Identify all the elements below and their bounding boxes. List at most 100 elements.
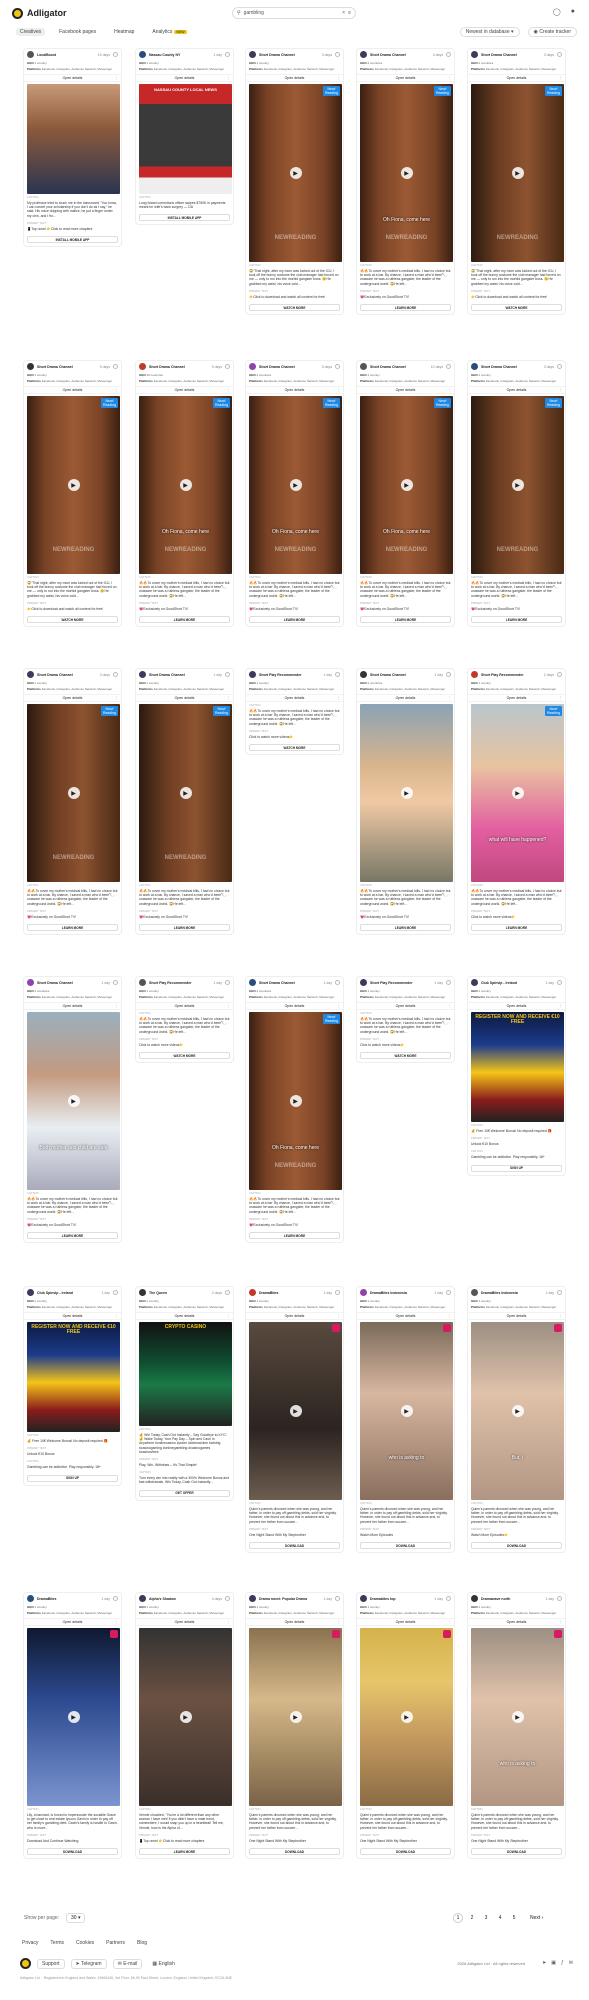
ad-card[interactable]: Short Drama Channel 3 days GEO 2 countries…	[467, 48, 566, 316]
open-details-button[interactable]: Open details	[507, 388, 527, 392]
advertiser-name[interactable]: Nassau County NY	[149, 53, 210, 57]
facebook-icon[interactable]: ƒ	[561, 1960, 564, 1966]
favorite-icon[interactable]	[113, 980, 118, 985]
ad-media[interactable]: ▶ New! Reading NEWREADING	[471, 84, 564, 262]
ad-media[interactable]: ▶	[360, 704, 453, 882]
cta-button[interactable]: LEARN MORE	[360, 616, 451, 624]
open-details-button[interactable]: Open details	[175, 1620, 195, 1624]
cta-button[interactable]: WATCH MORE	[27, 616, 118, 624]
cta-button[interactable]: GET OFFER	[139, 1489, 230, 1497]
more-icon[interactable]: ⋮	[227, 1004, 231, 1008]
advertiser-name[interactable]: Short Drama Channel	[481, 53, 541, 57]
logo[interactable]: Adligator	[12, 7, 67, 19]
support-button[interactable]: Support	[37, 1958, 65, 1969]
cta-button[interactable]: LEARN MORE	[249, 1232, 340, 1240]
advertiser-name[interactable]: Short Drama Channel	[37, 673, 97, 677]
favorite-icon[interactable]	[113, 52, 118, 57]
advertiser-name[interactable]: Short Drama Channel	[37, 981, 98, 985]
advertiser-name[interactable]: Club Spinvip - Ireland	[37, 1291, 98, 1295]
advertiser-name[interactable]: Short Drama Channel	[370, 673, 431, 677]
more-icon[interactable]: ⋮	[337, 696, 341, 700]
more-icon[interactable]: ⋮	[448, 1620, 452, 1624]
ad-media[interactable]: ▶ Oh Fiona, come here New! Reading NEWREADIN…	[139, 396, 232, 574]
more-icon[interactable]: ⋮	[448, 76, 452, 80]
open-details-button[interactable]: Open details	[285, 1314, 305, 1318]
more-icon[interactable]: ⋮	[115, 1620, 119, 1624]
cta-button[interactable]: LEARN MORE	[139, 924, 230, 932]
favorite-icon[interactable]	[113, 1290, 118, 1295]
cta-button[interactable]: LEARN MORE	[471, 924, 562, 932]
tab-heatmap[interactable]: Heatmap	[110, 28, 138, 36]
ad-media[interactable]: ▶ New! Reading NEWREADING	[139, 704, 232, 882]
ad-card[interactable]: LocalBoost 15 days GEO 1 country Platforms …	[23, 48, 122, 248]
search-input[interactable]: gambling	[244, 10, 339, 16]
ad-card[interactable]: DramaBites Indonesia 1 day GEO 1 country Pl…	[356, 1286, 455, 1554]
ad-media[interactable]: ▶	[249, 1322, 342, 1500]
cta-button[interactable]: DOWNLOAD	[360, 1848, 451, 1856]
more-icon[interactable]: ⋮	[448, 1004, 452, 1008]
cta-button[interactable]: DOWNLOAD	[471, 1848, 562, 1856]
advertiser-name[interactable]: Dramabites top	[370, 1597, 431, 1601]
more-icon[interactable]: ⋮	[448, 1314, 452, 1318]
open-details-button[interactable]: Open details	[63, 696, 83, 700]
filter-icon[interactable]: ≡	[348, 10, 351, 16]
advertiser-name[interactable]: Short Drama Channel	[149, 365, 209, 369]
ad-card[interactable]: Short Drama Channel 5 days GEO 40 countrie…	[135, 360, 234, 628]
ad-card[interactable]: Drama novel: Popular Drama 1 day GEO 1 cou…	[245, 1592, 344, 1860]
advertiser-name[interactable]: Drama novel: Popular Drama	[259, 1597, 320, 1601]
cta-button[interactable]: INSTALL MOBILE APP	[139, 214, 230, 222]
ad-media[interactable]: ▶ Oh Fiona, come here New! Reading NEWREADIN…	[249, 1012, 342, 1190]
language-selector[interactable]: ▦ English	[148, 1960, 179, 1968]
tab-analytics[interactable]: Analytics NEW	[148, 28, 190, 36]
favorite-icon[interactable]	[335, 1596, 340, 1601]
ad-media[interactable]: REGISTER NOW AND RECEIVE €10 FREE	[471, 1012, 564, 1122]
more-icon[interactable]: ⋮	[337, 1620, 341, 1624]
create-tracker-button[interactable]: ◉ Create tracker	[527, 27, 577, 37]
ad-card[interactable]: Short Drama Channel 1 day GEO 2 countries P…	[23, 976, 122, 1244]
more-icon[interactable]: ⋮	[559, 1620, 563, 1624]
ad-card[interactable]: Short Drama Channel 1 day GEO 2 countries P…	[245, 976, 344, 1244]
open-details-button[interactable]: Open details	[396, 696, 416, 700]
play-icon[interactable]: ▶	[400, 1405, 413, 1417]
page-1[interactable]: 1	[453, 1913, 463, 1923]
open-details-button[interactable]: Open details	[285, 388, 305, 392]
cta-button[interactable]: LEARN MORE	[27, 924, 118, 932]
advertiser-name[interactable]: DramaBites	[37, 1597, 98, 1601]
play-icon[interactable]: ▶	[400, 787, 413, 799]
ad-media[interactable]: ▶	[360, 1628, 453, 1806]
search-bar[interactable]: ⚲ gambling × ≡	[232, 7, 356, 19]
favorite-icon[interactable]	[335, 672, 340, 677]
favorite-icon[interactable]	[225, 1596, 230, 1601]
cta-button[interactable]: SIGN UP	[471, 1164, 562, 1172]
more-icon[interactable]: ⋮	[559, 1004, 563, 1008]
more-icon[interactable]: ⋮	[559, 696, 563, 700]
play-icon[interactable]: ▶	[511, 787, 524, 799]
open-details-button[interactable]: Open details	[175, 76, 195, 80]
play-icon[interactable]: ▶	[511, 479, 524, 491]
ad-card[interactable]: DramaBites 1 day GEO 1 country Platforms Fa…	[245, 1286, 344, 1554]
ad-card[interactable]: Short Play Recommender 2 days GEO 1 countr…	[467, 668, 566, 936]
open-details-button[interactable]: Open details	[507, 76, 527, 80]
ad-card[interactable]: Dramawave north 1 day GEO 1 country Platfor…	[467, 1592, 566, 1860]
advertiser-name[interactable]: Short Play Recommender	[481, 673, 541, 677]
ad-media[interactable]: ▶	[27, 1628, 120, 1806]
cta-button[interactable]: DOWNLOAD	[360, 1542, 451, 1550]
play-icon[interactable]: ▶	[289, 1405, 302, 1417]
play-icon[interactable]: ▶	[179, 479, 192, 491]
ad-media[interactable]: ▶ New! Reading NEWREADING	[249, 84, 342, 262]
favorite-icon[interactable]	[335, 364, 340, 369]
open-details-button[interactable]: Open details	[396, 76, 416, 80]
favorite-icon[interactable]	[225, 672, 230, 677]
more-icon[interactable]: ⋮	[115, 696, 119, 700]
ad-media[interactable]: ▶ New! Reading NEWREADING	[27, 704, 120, 882]
open-details-button[interactable]: Open details	[396, 1314, 416, 1318]
favorite-icon[interactable]	[225, 980, 230, 985]
telegram-button[interactable]: ➤ Telegram	[70, 1958, 107, 1969]
more-icon[interactable]: ⋮	[227, 1314, 231, 1318]
play-icon[interactable]: ▶	[67, 1711, 80, 1723]
more-icon[interactable]: ⋮	[115, 388, 119, 392]
ad-card[interactable]: Club Spinvip - Ireland 1 day GEO 1 country…	[23, 1286, 122, 1486]
ad-card[interactable]: Short Drama Channel 5 days GEO 2 countries…	[245, 360, 344, 628]
open-details-button[interactable]: Open details	[285, 696, 305, 700]
more-icon[interactable]: ⋮	[115, 76, 119, 80]
